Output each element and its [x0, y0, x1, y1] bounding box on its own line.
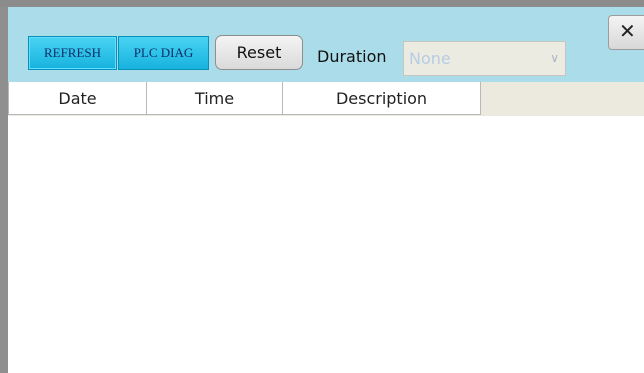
- column-header-description[interactable]: Description: [283, 82, 481, 115]
- table-body: [8, 116, 644, 373]
- chevron-down-icon: ∨: [550, 51, 559, 65]
- reset-button[interactable]: Reset: [215, 35, 303, 70]
- close-button[interactable]: ✕: [608, 15, 644, 50]
- close-icon: ✕: [619, 19, 636, 43]
- column-header-date[interactable]: Date: [8, 82, 147, 115]
- duration-label: Duration: [317, 47, 387, 66]
- window-top-border: [0, 0, 644, 7]
- refresh-button[interactable]: REFRESH: [28, 36, 117, 70]
- log-table: Date Time Description: [8, 82, 644, 373]
- window-left-border: [0, 7, 8, 373]
- plc-diag-button[interactable]: PLC DIAG: [118, 36, 209, 70]
- column-header-time[interactable]: Time: [147, 82, 283, 115]
- duration-selected-value: None: [409, 49, 451, 68]
- table-header: Date Time Description: [8, 82, 644, 116]
- duration-select[interactable]: None ∨: [403, 41, 566, 76]
- diagnostics-window: ✕ REFRESH PLC DIAG Reset Duration None ∨…: [0, 0, 644, 373]
